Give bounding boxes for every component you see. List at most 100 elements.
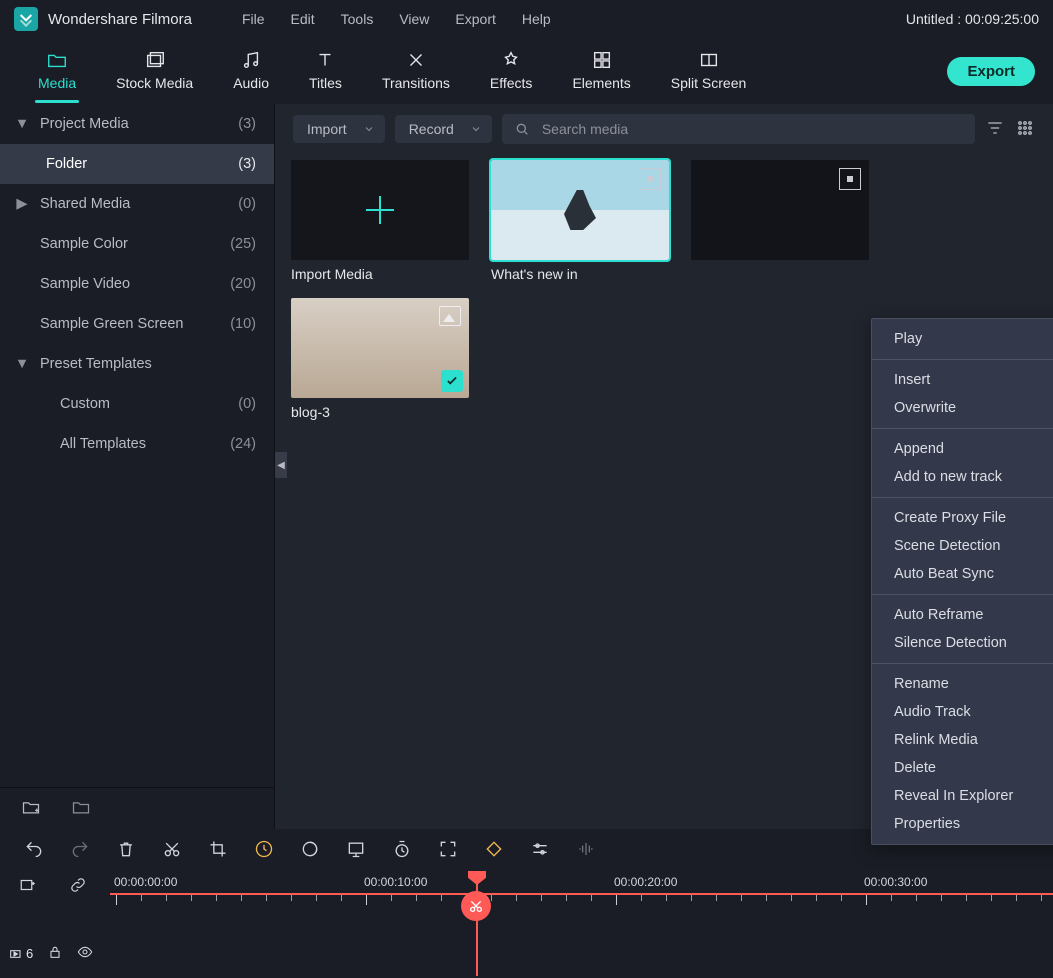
menu-help[interactable]: Help xyxy=(522,11,551,27)
sidebar-item-templates[interactable]: All Templates (24) xyxy=(0,424,274,464)
filter-icon[interactable] xyxy=(985,118,1005,141)
playhead[interactable] xyxy=(476,871,478,976)
record-label: Record xyxy=(409,121,454,137)
ctx-delete[interactable]: DeleteDel xyxy=(872,754,1053,782)
menu-edit[interactable]: Edit xyxy=(291,11,315,27)
undo-icon[interactable] xyxy=(24,839,44,862)
menu-view[interactable]: View xyxy=(399,11,429,27)
eye-icon[interactable] xyxy=(77,944,93,963)
sidebar-item-project-media[interactable]: ▼ Project Media (3) xyxy=(0,104,274,144)
tab-audio[interactable]: Audio xyxy=(213,45,289,97)
stock-icon xyxy=(143,49,167,71)
sidebar-item-sample-color[interactable]: Sample Color (25) xyxy=(0,224,274,264)
sidebar-item-sample-video[interactable]: Sample Video (20) xyxy=(0,264,274,304)
fit-icon[interactable] xyxy=(438,839,458,862)
sidebar-item-preset[interactable]: ▼ Preset Templates xyxy=(0,344,274,384)
media-toolbar: Import Record xyxy=(275,104,1053,152)
media-item-import[interactable]: Import Media xyxy=(291,160,469,282)
lock-icon[interactable] xyxy=(47,944,63,963)
sidebar-item-count: (24) xyxy=(230,436,256,452)
color-icon[interactable] xyxy=(300,839,320,862)
sidebar-item-custom[interactable]: Custom (0) xyxy=(0,384,274,424)
tab-media-label: Media xyxy=(38,75,76,91)
audio-wave-icon[interactable] xyxy=(576,839,596,862)
keyframe-icon[interactable] xyxy=(484,839,504,862)
tab-elements-label: Elements xyxy=(572,75,630,91)
app-logo xyxy=(14,7,38,31)
menu-file[interactable]: File xyxy=(242,11,265,27)
grid-view-icon[interactable] xyxy=(1015,118,1035,141)
sidebar-item-shared[interactable]: ▶ Shared Media (0) xyxy=(0,184,274,224)
menu-tools[interactable]: Tools xyxy=(341,11,374,27)
ctx-play[interactable]: Play xyxy=(872,325,1053,353)
sidebar-item-label: Sample Color xyxy=(40,236,230,252)
media-item-blog3[interactable]: blog-3 xyxy=(291,298,469,420)
redo-icon[interactable] xyxy=(70,839,90,862)
import-dropdown[interactable]: Import xyxy=(293,115,385,143)
menu-export[interactable]: Export xyxy=(455,11,495,27)
sidebar-item-count: (3) xyxy=(238,116,256,132)
tab-elements[interactable]: Elements xyxy=(552,45,650,97)
media-item-intro[interactable] xyxy=(691,160,869,282)
tab-stock[interactable]: Stock Media xyxy=(96,45,213,97)
tab-transitions[interactable]: Transitions xyxy=(362,45,470,97)
tab-audio-label: Audio xyxy=(233,75,269,91)
search-input[interactable] xyxy=(540,120,963,138)
import-thumb[interactable] xyxy=(291,160,469,260)
ctx-properties[interactable]: Properties xyxy=(872,810,1053,838)
checked-icon xyxy=(441,370,463,392)
chevron-down-icon xyxy=(363,123,375,135)
media-thumb[interactable] xyxy=(291,298,469,398)
folder-outline-icon[interactable] xyxy=(70,797,92,820)
ctx-reframe[interactable]: Auto Reframe xyxy=(872,601,1053,629)
collapse-sidebar-handle[interactable]: ◀ xyxy=(275,452,287,478)
ctx-rename[interactable]: RenameF2 xyxy=(872,670,1053,698)
media-item-whats-new[interactable]: What's new in xyxy=(491,160,669,282)
media-thumb[interactable] xyxy=(691,160,869,260)
record-dropdown[interactable]: Record xyxy=(395,115,492,143)
link-icon[interactable] xyxy=(68,876,88,897)
green-screen-icon[interactable] xyxy=(346,839,366,862)
delete-icon[interactable] xyxy=(116,839,136,862)
ctx-reveal[interactable]: Reveal In ExplorerCtrl+Shift+R xyxy=(872,782,1053,810)
speed-icon[interactable] xyxy=(254,839,274,862)
ctx-append[interactable]: Append xyxy=(872,435,1053,463)
sidebar-item-label: All Templates xyxy=(60,436,230,452)
cut-icon[interactable] xyxy=(162,839,182,862)
media-caption: What's new in xyxy=(491,266,669,282)
new-folder-icon[interactable] xyxy=(20,797,42,820)
ctx-add-track[interactable]: Add to new track xyxy=(872,463,1053,491)
timeline-ruler[interactable]: 00:00:00:00 00:00:10:00 00:00:20:00 00:0… xyxy=(110,871,1053,901)
add-track-icon[interactable] xyxy=(18,876,38,897)
ctx-audio-track[interactable]: Audio Track▸ xyxy=(872,698,1053,726)
search-field[interactable] xyxy=(502,114,975,144)
video-badge-icon xyxy=(639,168,661,190)
ctx-relink[interactable]: Relink Media xyxy=(872,726,1053,754)
ctx-overwrite[interactable]: OverwriteShift+O xyxy=(872,394,1053,422)
ctx-silence[interactable]: Silence Detection xyxy=(872,629,1053,657)
tab-media[interactable]: Media xyxy=(18,45,96,97)
effects-icon xyxy=(499,49,523,71)
sidebar-item-count: (25) xyxy=(230,236,256,252)
chevron-down-icon: ▼ xyxy=(14,116,30,132)
chevron-down-icon xyxy=(470,123,482,135)
crop-icon[interactable] xyxy=(208,839,228,862)
export-button[interactable]: Export xyxy=(947,57,1035,86)
duration-icon[interactable] xyxy=(392,839,412,862)
ctx-insert[interactable]: InsertShift+I xyxy=(872,366,1053,394)
ctx-proxy[interactable]: Create Proxy File xyxy=(872,504,1053,532)
tab-titles[interactable]: Titles xyxy=(289,45,362,97)
split-scissors-icon[interactable] xyxy=(461,891,491,921)
media-thumb[interactable] xyxy=(491,160,669,260)
ctx-scene[interactable]: Scene Detection xyxy=(872,532,1053,560)
sidebar-item-count: (20) xyxy=(230,276,256,292)
ctx-beat[interactable]: Auto Beat Sync xyxy=(872,560,1053,588)
settings-icon[interactable] xyxy=(530,839,550,862)
tab-split[interactable]: Split Screen xyxy=(651,45,766,97)
sidebar-item-sample-green[interactable]: Sample Green Screen (10) xyxy=(0,304,274,344)
tab-stock-label: Stock Media xyxy=(116,75,193,91)
tab-effects[interactable]: Effects xyxy=(470,45,553,97)
timeline[interactable]: 6 00:00:00:00 00:00:10:00 00:00:20:00 00… xyxy=(0,871,1053,976)
sidebar-item-label: Preset Templates xyxy=(40,356,256,372)
sidebar-item-folder[interactable]: Folder (3) xyxy=(0,144,274,184)
